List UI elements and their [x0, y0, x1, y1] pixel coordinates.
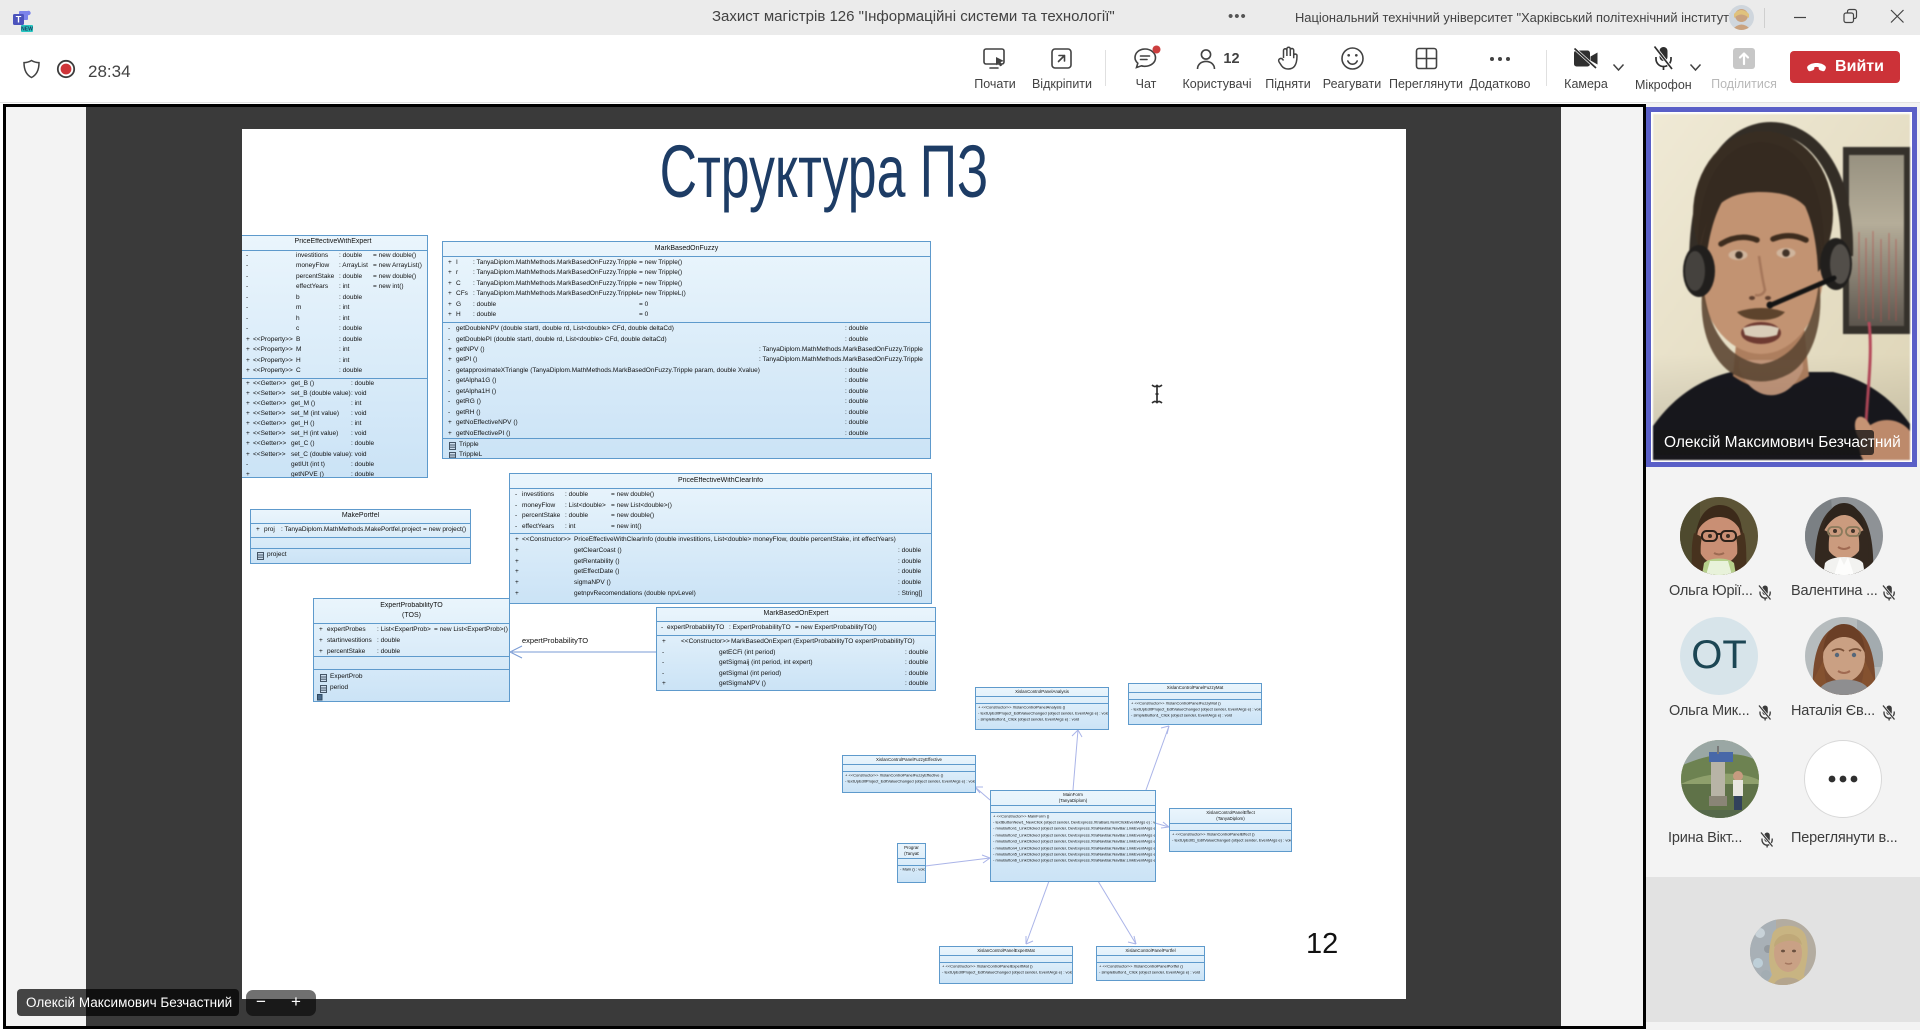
svg-text:T: T [16, 15, 22, 25]
svg-text:NEW: NEW [21, 27, 33, 33]
